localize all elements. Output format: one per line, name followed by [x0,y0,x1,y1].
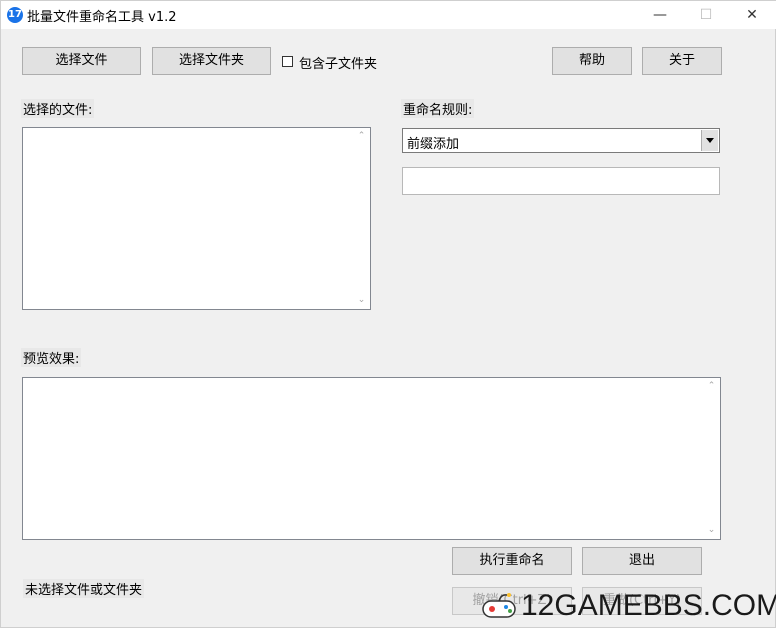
status-text: 未选择文件或文件夹 [23,579,145,598]
app-logo-icon: 17 [7,7,23,23]
include-subfolders-checkbox[interactable] [282,56,293,67]
files-scrollbar[interactable]: ⌃ ⌄ [353,128,370,309]
maximize-icon[interactable]: ☐ [683,1,729,29]
watermark-text: 12GAMEBBS.COM [521,589,776,622]
preview-scrollbar[interactable]: ⌃ ⌄ [703,378,720,539]
rule-parameter-input[interactable] [402,167,720,195]
app-window: 17 批量文件重命名工具 v1.2 — ☐ ✕ 选择文件 选择文件夹 包含子文件… [0,0,776,628]
help-button[interactable]: 帮助 [552,47,632,75]
preview-list[interactable]: ⌃ ⌄ [22,377,721,540]
rename-rule-label: 重命名规则: [401,99,475,118]
rename-rule-select[interactable]: 前缀添加 [402,128,720,153]
scroll-down-icon[interactable]: ⌄ [707,526,716,535]
exit-button[interactable]: 退出 [582,547,702,575]
rename-rule-value: 前缀添加 [407,137,460,152]
execute-rename-button[interactable]: 执行重命名 [452,547,572,575]
select-folder-button[interactable]: 选择文件夹 [152,47,271,75]
about-button[interactable]: 关于 [642,47,722,75]
scroll-down-icon[interactable]: ⌄ [357,296,366,305]
preview-label: 预览效果: [21,348,82,367]
gamepad-icon [482,593,516,618]
scroll-up-icon[interactable]: ⌃ [707,382,716,391]
chevron-down-icon[interactable] [701,130,718,151]
include-subfolders-label[interactable]: 包含子文件夹 [299,53,377,72]
selected-files-label: 选择的文件: [21,99,95,118]
title-bar[interactable]: 17 批量文件重命名工具 v1.2 — ☐ ✕ [1,1,776,29]
select-files-button[interactable]: 选择文件 [22,47,141,75]
window-title: 批量文件重命名工具 v1.2 [27,10,177,25]
close-icon[interactable]: ✕ [729,1,775,29]
selected-files-list[interactable]: ⌃ ⌄ [22,127,371,310]
scroll-up-icon[interactable]: ⌃ [357,132,366,141]
minimize-icon[interactable]: — [637,1,683,29]
